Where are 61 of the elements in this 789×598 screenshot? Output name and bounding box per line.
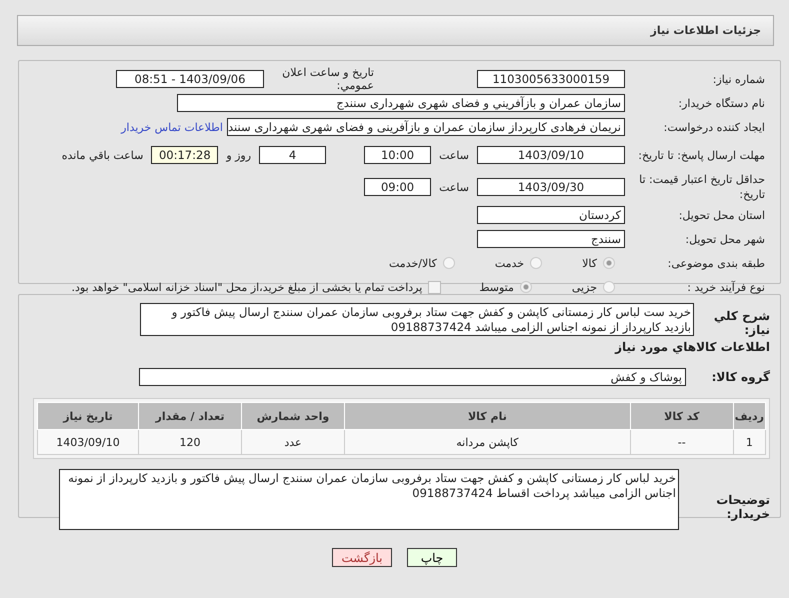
field-label: مهلت ارسال پاسخ: تا تاریخ: — [637, 148, 766, 162]
time-label: ساعت — [439, 180, 469, 194]
table-cell: 1403/09/10 — [38, 430, 138, 454]
back-button[interactable]: بازگشت — [332, 548, 392, 567]
requester-field: نریمان فرهادی کارپرداز سازمان عمران و بازآفرینی و فضای شهری شهرداری سنند — [227, 118, 625, 136]
column-header: کد کالا — [630, 402, 734, 430]
need-number-field: 1103005633000159 — [477, 70, 625, 88]
buyer-name-field: سازمان عمران و بازآفريني و فضای شهری شهرداری سنندج — [177, 94, 625, 112]
description-textarea[interactable]: خرید ست لباس کار زمستانی کاپشن و کفش جهت ستاد برفروبی سازمان عمران سنندج ارسال پیش فاکتور و بازدید کارپرداز از نمونه اجناس الزامی میباشد 09188737424 — [140, 303, 694, 336]
province-field: کردستان — [477, 206, 625, 224]
radio-label: جزیی — [572, 280, 597, 294]
city-field: سنندج — [477, 230, 625, 248]
section-heading: اطلاعات کالاهاي مورد نياز — [614, 340, 770, 354]
payment-note: پرداخت تمام یا بخشی از مبلغ خرید،از محل "اسناد خزانه اسلامی" خواهد بود. — [72, 280, 422, 294]
table-cell: 120 — [138, 430, 242, 454]
page-title: جزئيات اطلاعات نياز — [650, 24, 761, 37]
table-cell: 1 — [733, 430, 766, 454]
checkbox[interactable] — [428, 280, 442, 294]
goods-group-field: پوشاک و کفش — [139, 368, 686, 386]
column-header: تعداد / مقدار — [138, 402, 242, 430]
radio-button[interactable] — [520, 281, 532, 293]
radio-button[interactable] — [603, 257, 615, 269]
deadline-time-field: 10:00 — [364, 146, 432, 164]
field-label: حداقل تاریخ اعتبار قیمت: تا تاریخ: — [638, 172, 766, 202]
time-label: ساعت — [439, 148, 469, 162]
days-field: 4 — [259, 146, 326, 164]
field-label: ایجاد کننده درخواست: — [662, 120, 766, 134]
radio-label: کالا/خدمت — [389, 256, 437, 270]
radio-label: کالا — [582, 256, 597, 270]
buyer-contact-link[interactable]: اطلاعات تماس خریدار — [121, 120, 223, 134]
field-label: نام دستگاه خریدار: — [677, 96, 766, 110]
column-header: نام کالا — [344, 402, 630, 430]
field-label: طبقه بندی موضوعی: — [666, 256, 766, 270]
radio-button[interactable] — [603, 281, 615, 293]
radio-label: خدمت — [494, 256, 524, 270]
field-label: توضیحات خریدار: — [715, 492, 770, 521]
announce-date-field: 1403/09/06 - 08:51 — [116, 70, 264, 88]
radio-button[interactable] — [442, 257, 455, 269]
column-header: رديف — [733, 402, 766, 430]
table-cell: کاپشن مردانه — [344, 430, 630, 454]
field-label: تاریخ و ساعت اعلان عمومي: — [281, 66, 374, 92]
column-header: واحد شمارش — [242, 402, 344, 430]
print-button[interactable]: چاپ — [407, 548, 457, 567]
field-label: شماره نیاز: — [712, 72, 766, 86]
radio-label: متوسط — [479, 280, 514, 294]
deadline-date-field: 1403/09/10 — [477, 146, 625, 164]
radio-button[interactable] — [530, 257, 542, 269]
column-header: تاريخ نياز — [38, 402, 138, 430]
field-label: نوع فرآیند خرید : — [686, 280, 766, 294]
table-cell: عدد — [242, 430, 344, 454]
validity-date-field: 1403/09/30 — [477, 178, 625, 196]
table-cell: -- — [630, 430, 734, 454]
field-label: گروه کالا: — [710, 369, 770, 384]
remaining-label: ساعت باقي مانده — [62, 148, 144, 162]
days-label: روز و — [226, 148, 252, 162]
field-label: شهر محل تحویل: — [684, 232, 766, 246]
field-label: شرح کلي نياز: — [712, 308, 770, 337]
buyer-notes-textarea[interactable]: خرید لباس کار زمستانی کاپشن و کفش جهت ستاد برفروبی سازمان عمران سنندج ارسال پیش فاکتور و بازدید کارپرداز از نمونه اجناس الزامی میباشد پرداخت اقساط 09188737424 — [59, 469, 679, 530]
remaining-time-field: 00:17:28 — [151, 146, 218, 164]
field-label: استان محل تحویل: — [678, 208, 766, 222]
validity-time-field: 09:00 — [364, 178, 432, 196]
